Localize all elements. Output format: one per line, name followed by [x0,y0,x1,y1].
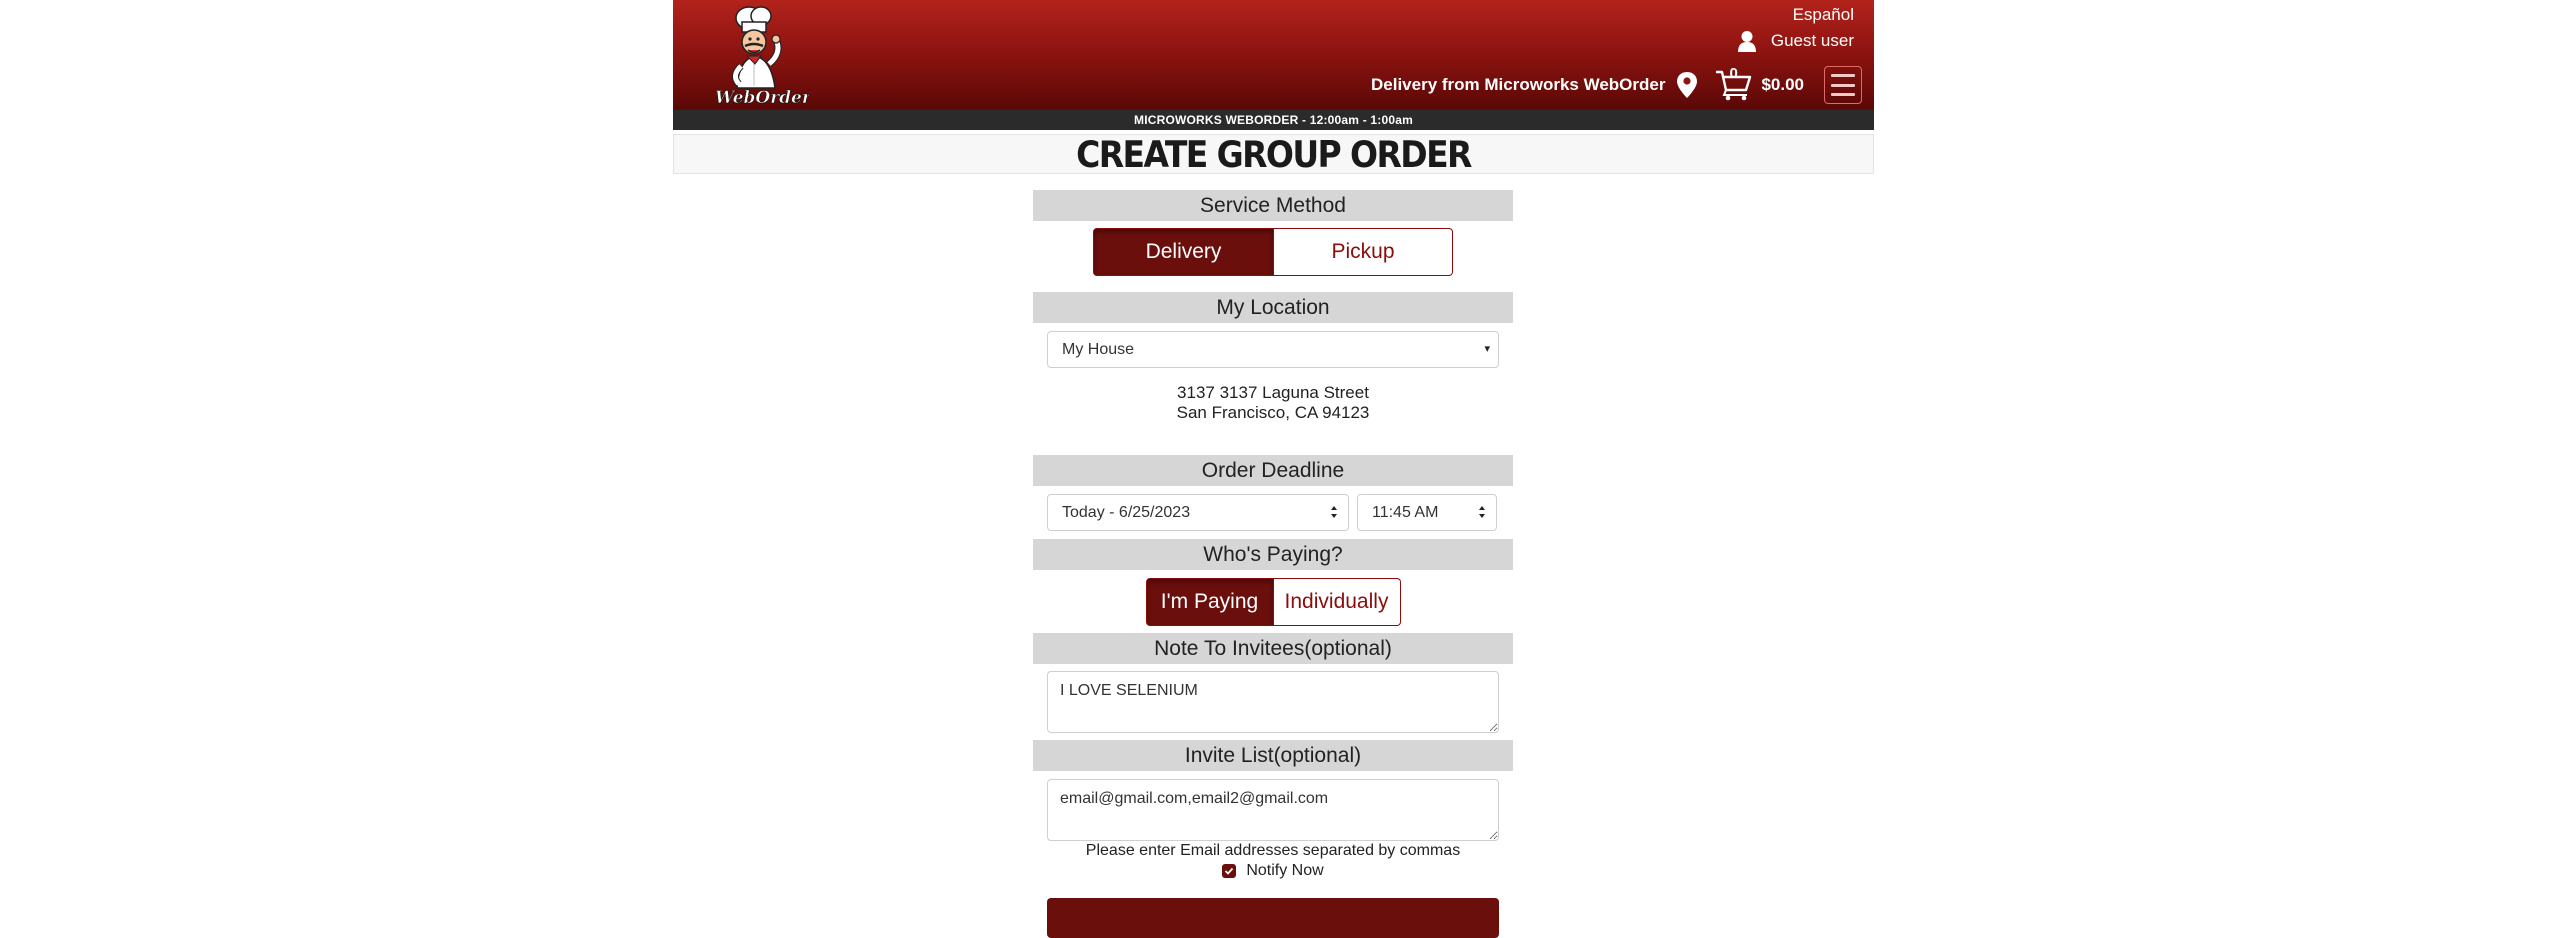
user-menu[interactable]: Guest user [1737,30,1854,52]
delivery-address: 3137 3137 Laguna Street San Francisco, C… [1033,383,1513,423]
payment-toggle: I'm Paying Individually [1033,578,1513,626]
guest-user-label[interactable]: Guest user [1771,31,1854,51]
updown-arrows-icon [1479,506,1485,518]
user-icon [1737,31,1756,52]
app: WebOrder Español Guest user Delivery fro… [673,0,1874,938]
checkmark-icon [1225,867,1234,875]
cart-total[interactable]: $0.00 [1761,75,1804,95]
service-method-heading: Service Method [1033,190,1513,221]
store-hours-bar: MICROWORKS WEBORDER - 12:00am - 1:00am [673,110,1874,130]
updown-arrows-icon [1331,506,1337,518]
invite-help-text: Please enter Email addresses separated b… [1085,842,1461,859]
service-method-toggle: Delivery Pickup [1033,228,1513,276]
cart-count-badge: 0 [1729,65,1738,82]
delivery-from-label[interactable]: Delivery from Microworks WebOrder [1371,75,1665,95]
location-select[interactable]: My House ▾ [1047,331,1499,368]
invite-list-heading: Invite List(optional) [1033,740,1513,771]
deadline-date-select[interactable]: Today - 6/25/2023 [1047,494,1349,531]
group-order-form: Service Method Delivery Pickup My Locati… [1033,190,1513,938]
hamburger-icon [1831,74,1855,77]
deadline-time-select[interactable]: 11:45 AM [1357,494,1497,531]
order-deadline-heading: Order Deadline [1033,455,1513,486]
deadline-date-value: Today - 6/25/2023 [1062,504,1191,521]
im-paying-button[interactable]: I'm Paying [1145,578,1274,626]
whos-paying-heading: Who's Paying? [1033,539,1513,570]
hamburger-menu-button[interactable] [1824,66,1862,104]
deadline-selects: Today - 6/25/2023 11:45 AM [1047,494,1499,531]
page-title: CREATE GROUP ORDER [1076,133,1472,176]
language-link[interactable]: Español [1793,5,1854,25]
note-textarea[interactable]: I LOVE SELENIUM [1047,671,1499,733]
cart-button[interactable]: 0 [1715,65,1753,101]
individually-button[interactable]: Individually [1273,578,1401,626]
create-group-order-button[interactable] [1047,898,1499,938]
deadline-time-value: 11:45 AM [1372,504,1439,521]
notify-now-checkbox[interactable] [1222,864,1237,878]
header: WebOrder Español Guest user Delivery fro… [673,0,1874,110]
address-line-1: 3137 3137 Laguna Street [1177,383,1369,402]
my-location-heading: My Location [1033,292,1513,323]
address-line-2: San Francisco, CA 94123 [1176,403,1370,422]
notify-now-label[interactable]: Notify Now [1246,862,1323,880]
map-pin-icon[interactable] [1675,71,1699,99]
pickup-button[interactable]: Pickup [1274,228,1453,276]
note-heading: Note To Invitees(optional) [1033,633,1513,664]
svg-text:WebOrder: WebOrder [715,88,809,106]
location-select-value: My House [1062,341,1135,358]
notify-now-row[interactable]: Notify Now [1033,862,1513,880]
weborder-logo[interactable]: WebOrder [709,4,809,106]
chevron-down-icon: ▾ [1484,343,1490,355]
invite-list-textarea[interactable]: email@gmail.com,email2@gmail.com [1047,779,1499,841]
page-title-bar: CREATE GROUP ORDER [673,133,1874,176]
delivery-info: Delivery from Microworks WebOrder 0 $0.0… [1371,65,1862,104]
delivery-button[interactable]: Delivery [1093,228,1274,276]
